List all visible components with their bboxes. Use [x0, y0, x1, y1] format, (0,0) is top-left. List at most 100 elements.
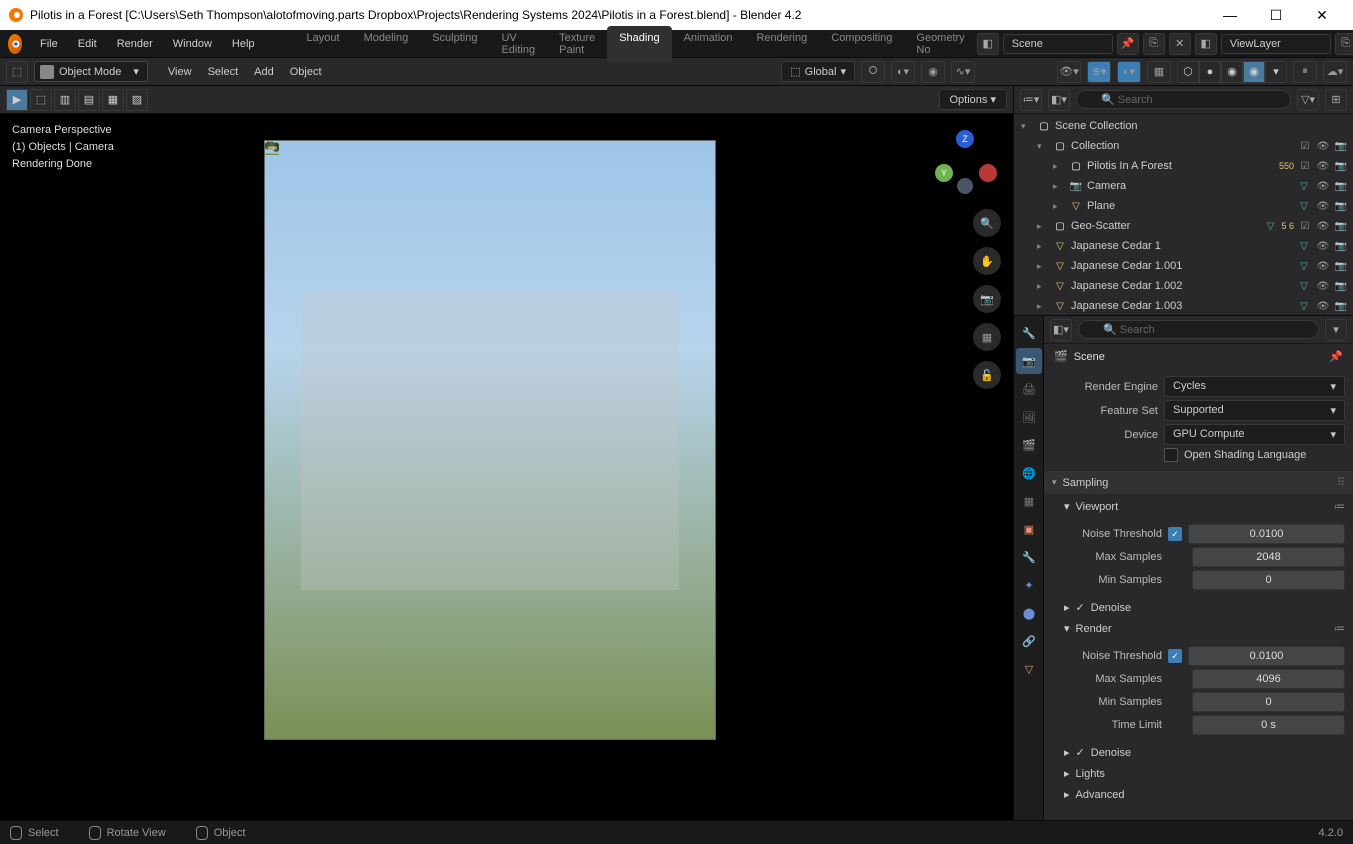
- expand-arrow-icon[interactable]: ▸: [1037, 301, 1049, 312]
- vp-noise-checkbox[interactable]: ✓: [1168, 527, 1182, 541]
- expand-arrow-icon[interactable]: ▸: [1053, 201, 1065, 212]
- cam-toggle-icon[interactable]: 📷: [1333, 158, 1349, 174]
- particles-tab-icon[interactable]: ✦: [1016, 572, 1042, 598]
- outliner-filter-icon[interactable]: ▽▾: [1297, 89, 1319, 111]
- properties-sync-icon[interactable]: ◧▾: [1050, 319, 1072, 341]
- eye-toggle-icon[interactable]: 👁: [1315, 238, 1331, 254]
- data-tab-icon[interactable]: ▽: [1016, 656, 1042, 682]
- workspace-tab-modeling[interactable]: Modeling: [352, 26, 421, 62]
- workspace-tab-geometry-no[interactable]: Geometry No: [904, 26, 976, 62]
- viewport-canvas[interactable]: Camera Perspective (1) Objects | Camera …: [0, 114, 1013, 820]
- cam-toggle-icon[interactable]: 📷: [1333, 198, 1349, 214]
- rn-min-input[interactable]: 0: [1192, 692, 1345, 712]
- render-engine-select[interactable]: Cycles▾: [1164, 376, 1345, 397]
- shading-options-icon[interactable]: ▾: [1265, 61, 1287, 83]
- workspace-tab-animation[interactable]: Animation: [672, 26, 745, 62]
- outliner-item-name[interactable]: Japanese Cedar 1.003: [1071, 300, 1293, 312]
- cam-toggle-icon[interactable]: 📷: [1333, 238, 1349, 254]
- workspace-tab-uv-editing[interactable]: UV Editing: [489, 26, 547, 62]
- world-tab-icon[interactable]: 🌐: [1016, 460, 1042, 486]
- collection-tab-icon[interactable]: ▦: [1016, 488, 1042, 514]
- snap-icon[interactable]: ⭘: [861, 61, 885, 83]
- cam-toggle-icon[interactable]: 📷: [1333, 138, 1349, 154]
- vp-denoise-checkbox[interactable]: ✓: [1076, 601, 1085, 614]
- header-options-button[interactable]: Options ▾: [939, 89, 1008, 110]
- outliner-row[interactable]: ▸▽Japanese Cedar 1.002▽👁📷: [1014, 276, 1353, 296]
- workspace-tab-sculpting[interactable]: Sculpting: [420, 26, 489, 62]
- check-toggle-icon[interactable]: ☑: [1297, 218, 1313, 234]
- outliner-row[interactable]: ▾▢Scene Collection: [1014, 116, 1353, 136]
- snap-target-icon[interactable]: ◐▾: [891, 61, 915, 83]
- menu-file[interactable]: File: [30, 34, 68, 54]
- eye-toggle-icon[interactable]: 👁: [1315, 178, 1331, 194]
- outliner-item-name[interactable]: Japanese Cedar 1.001: [1071, 260, 1293, 272]
- proportional-falloff-icon[interactable]: ∿▾: [951, 61, 975, 83]
- orientation-select[interactable]: ⬚ Global ▾: [781, 61, 855, 82]
- outliner-display-mode-icon[interactable]: ≔▾: [1020, 89, 1042, 111]
- toolbar-menu-object[interactable]: Object: [284, 63, 328, 81]
- close-button[interactable]: ✕: [1299, 0, 1345, 30]
- toolbar-menu-select[interactable]: Select: [202, 63, 245, 81]
- vp-noise-input[interactable]: 0.0100: [1188, 524, 1345, 544]
- eye-toggle-icon[interactable]: 👁: [1315, 298, 1331, 314]
- outliner-view-icon[interactable]: ◧▾: [1048, 89, 1070, 111]
- eye-toggle-icon[interactable]: 👁: [1315, 258, 1331, 274]
- outliner-row[interactable]: ▸📷Camera▽👁📷: [1014, 176, 1353, 196]
- proportional-icon[interactable]: ◉: [921, 61, 945, 83]
- eye-toggle-icon[interactable]: 👁: [1315, 158, 1331, 174]
- outliner-row[interactable]: ▸▢Pilotis In A Forest550☑👁📷: [1014, 156, 1353, 176]
- select-intersect-icon[interactable]: ▦: [102, 89, 124, 111]
- expand-arrow-icon[interactable]: ▸: [1053, 181, 1065, 192]
- zoom-icon[interactable]: 🔍: [973, 209, 1001, 237]
- render-sampling-header[interactable]: ▾Render≔: [1044, 618, 1353, 639]
- expand-arrow-icon[interactable]: ▸: [1053, 161, 1065, 172]
- outliner-row[interactable]: ▾▢Collection☑👁📷: [1014, 136, 1353, 156]
- viewlayer-browse-icon[interactable]: ◧: [1195, 33, 1217, 55]
- lock-icon[interactable]: 🔓: [973, 361, 1001, 389]
- cam-toggle-icon[interactable]: 📷: [1333, 218, 1349, 234]
- modifier-tab-icon[interactable]: 🔧: [1016, 544, 1042, 570]
- menu-help[interactable]: Help: [222, 34, 265, 54]
- preset-icon[interactable]: ≔: [1334, 500, 1345, 513]
- check-toggle-icon[interactable]: ☑: [1297, 158, 1313, 174]
- expand-arrow-icon[interactable]: ▸: [1037, 261, 1049, 272]
- gizmo-toggle-icon[interactable]: ⊕▾: [1087, 61, 1111, 83]
- eye-toggle-icon[interactable]: 👁: [1315, 278, 1331, 294]
- mode-select[interactable]: Object Mode▾: [34, 61, 148, 82]
- select-invert-icon[interactable]: ▨: [126, 89, 148, 111]
- object-tab-icon[interactable]: ▣: [1016, 516, 1042, 542]
- render-region-icon[interactable]: ☁▾: [1323, 61, 1347, 83]
- pan-icon[interactable]: ✋: [973, 247, 1001, 275]
- vp-max-input[interactable]: 2048: [1192, 547, 1345, 567]
- eye-toggle-icon[interactable]: 👁: [1315, 138, 1331, 154]
- camera-view-icon[interactable]: 📷: [973, 285, 1001, 313]
- expand-arrow-icon[interactable]: ▸: [1037, 241, 1049, 252]
- properties-options-icon[interactable]: ▾: [1325, 319, 1347, 341]
- rn-max-input[interactable]: 4096: [1192, 669, 1345, 689]
- viewport-sampling-header[interactable]: ▾Viewport≔: [1044, 496, 1353, 517]
- new-scene-icon[interactable]: ⎘: [1143, 33, 1165, 55]
- output-tab-icon[interactable]: 🖨: [1016, 376, 1042, 402]
- workspace-tab-layout[interactable]: Layout: [295, 26, 352, 62]
- select-box-icon[interactable]: ⬚: [30, 89, 52, 111]
- rn-denoise-header[interactable]: ▸✓Denoise: [1044, 742, 1353, 763]
- lights-panel-header[interactable]: ▸Lights: [1044, 763, 1353, 784]
- tool-tab-icon[interactable]: 🔧: [1016, 320, 1042, 346]
- eye-toggle-icon[interactable]: 👁: [1315, 198, 1331, 214]
- select-extend-icon[interactable]: ▥: [54, 89, 76, 111]
- rn-noise-checkbox[interactable]: ✓: [1168, 649, 1182, 663]
- axis-neg-icon[interactable]: [957, 178, 973, 194]
- perspective-toggle-icon[interactable]: ▦: [973, 323, 1001, 351]
- visibility-icon[interactable]: 👁▾: [1057, 61, 1081, 83]
- feature-set-select[interactable]: Supported▾: [1164, 400, 1345, 421]
- render-tab-icon[interactable]: 📷: [1016, 348, 1042, 374]
- outliner-item-name[interactable]: Camera: [1087, 180, 1293, 192]
- rn-denoise-checkbox[interactable]: ✓: [1076, 746, 1085, 759]
- toolbar-menu-view[interactable]: View: [162, 63, 198, 81]
- outliner-row[interactable]: ▸▽Japanese Cedar 1.001▽👁📷: [1014, 256, 1353, 276]
- outliner-item-name[interactable]: Plane: [1087, 200, 1293, 212]
- editor-type-icon[interactable]: ⬚: [6, 61, 28, 83]
- outliner-row[interactable]: ▸▽Japanese Cedar 1.003▽👁📷: [1014, 296, 1353, 315]
- cam-toggle-icon[interactable]: 📷: [1333, 258, 1349, 274]
- cam-toggle-icon[interactable]: 📷: [1333, 178, 1349, 194]
